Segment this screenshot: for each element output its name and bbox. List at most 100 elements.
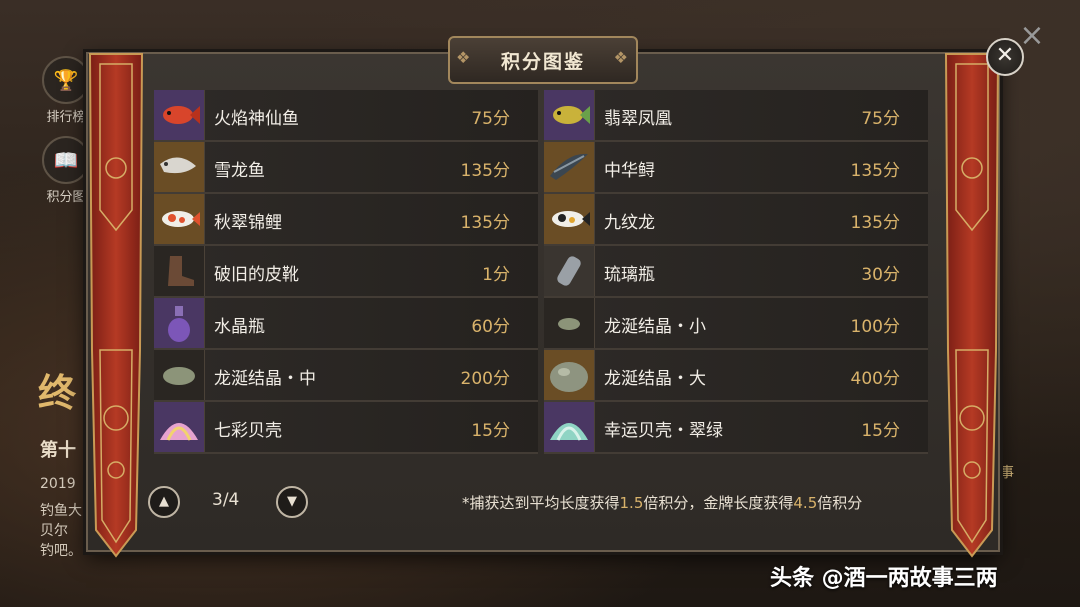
item-points: 75分 xyxy=(861,109,900,129)
item-name: 秋翠锦鲤 xyxy=(214,213,282,233)
item-row[interactable]: 幸运贝壳・翠绿 15分 xyxy=(544,402,928,454)
item-row[interactable]: 水晶瓶 60分 xyxy=(154,298,538,350)
item-points: 30分 xyxy=(861,265,900,285)
points-guide-label: 积分图 xyxy=(46,190,86,205)
note-value-2: 4.5 xyxy=(793,494,818,512)
item-row[interactable]: 龙涎结晶・大 400分 xyxy=(544,350,928,402)
item-points: 400分 xyxy=(850,369,900,389)
item-points: 200分 xyxy=(460,369,510,389)
chevron-down-icon: ▼ xyxy=(287,494,297,509)
item-points: 1分 xyxy=(482,265,510,285)
bonus-note: *捕获达到平均长度获得1.5倍积分，金牌长度获得4.5倍积分 xyxy=(462,492,862,513)
item-row[interactable]: 七彩贝壳 15分 xyxy=(154,402,538,454)
event-subtitle: 第十 xyxy=(40,440,76,461)
item-row[interactable]: 雪龙鱼 135分 xyxy=(154,142,538,194)
trophy-icon: 🏆 xyxy=(42,56,90,104)
event-text-4: 钓吧。 xyxy=(40,543,82,559)
item-row[interactable]: 九纹龙 135分 xyxy=(544,194,928,246)
event-text-3: 贝尔 xyxy=(40,523,68,539)
item-row[interactable]: 龙涎结晶・中 200分 xyxy=(154,350,538,402)
item-row[interactable]: 秋翠锦鲤 135分 xyxy=(154,194,538,246)
item-name: 幸运贝壳・翠绿 xyxy=(604,421,723,441)
stone-mid-icon xyxy=(163,367,195,385)
item-name: 琉璃瓶 xyxy=(604,265,655,285)
item-icon xyxy=(154,90,205,140)
fish-green-icon xyxy=(553,106,590,124)
item-row[interactable]: 琉璃瓶 30分 xyxy=(544,246,928,298)
item-icon xyxy=(544,90,595,140)
item-name: 中华鲟 xyxy=(604,161,655,181)
item-name: 火焰神仙鱼 xyxy=(214,109,299,129)
item-points: 15分 xyxy=(861,421,900,441)
event-text-1: 2019 xyxy=(40,476,76,492)
item-icon xyxy=(154,142,205,192)
item-name: 七彩贝壳 xyxy=(214,421,282,441)
item-name: 水晶瓶 xyxy=(214,317,265,337)
item-name: 翡翠凤凰 xyxy=(604,109,672,129)
item-icon xyxy=(544,402,595,452)
note-part-3: 倍积分 xyxy=(817,494,863,512)
stone-big-icon xyxy=(550,362,588,392)
pager: ▲ 3/4 ▼ xyxy=(148,486,308,518)
item-icon xyxy=(544,142,595,192)
close-button[interactable]: ✕ xyxy=(986,38,1024,76)
item-name: 龙涎结晶・中 xyxy=(214,369,316,389)
item-points: 60分 xyxy=(471,317,510,337)
shell-green-icon xyxy=(550,423,588,441)
bottle-purple-icon xyxy=(168,306,190,342)
item-row[interactable]: 火焰神仙鱼 75分 xyxy=(154,90,538,142)
stone-small-icon xyxy=(558,318,580,330)
sturgeon-icon xyxy=(550,153,588,180)
item-icon xyxy=(544,194,595,244)
item-row[interactable]: 中华鲟 135分 xyxy=(544,142,928,194)
chevron-up-icon: ▲ xyxy=(159,494,169,509)
shell-rainbow-icon xyxy=(160,423,198,441)
item-points: 135分 xyxy=(460,213,510,233)
event-side-label: 事 xyxy=(1000,465,1014,481)
item-row[interactable]: 破旧的皮靴 1分 xyxy=(154,246,538,298)
close-icon: ✕ xyxy=(995,43,1015,68)
event-text-2: 钓鱼大 xyxy=(40,503,82,519)
item-name: 龙涎结晶・小 xyxy=(604,317,706,337)
item-points: 135分 xyxy=(850,161,900,181)
right-banner-decoration xyxy=(944,53,1000,558)
item-points: 135分 xyxy=(460,161,510,181)
item-icon xyxy=(154,402,205,452)
item-name: 龙涎结晶・大 xyxy=(604,369,706,389)
book-icon: 📖 xyxy=(42,136,90,184)
item-icon xyxy=(154,298,205,348)
bottle-glass-icon xyxy=(557,256,581,286)
dialog-title: 积分图鉴 xyxy=(448,36,638,84)
boot-icon xyxy=(168,256,194,286)
item-points: 100分 xyxy=(850,317,900,337)
item-icon xyxy=(154,194,205,244)
outer-close-icon[interactable]: × xyxy=(1018,21,1046,51)
item-points: 15分 xyxy=(471,421,510,441)
left-banner-decoration xyxy=(88,53,144,558)
item-icon xyxy=(544,246,595,296)
note-part-1: *捕获达到平均长度获得 xyxy=(462,494,620,512)
item-row[interactable]: 翡翠凤凰 75分 xyxy=(544,90,928,142)
dialog-title-text: 积分图鉴 xyxy=(500,50,585,73)
fish-silver-icon xyxy=(160,157,196,174)
item-icon xyxy=(154,350,205,400)
page-indicator: 3/4 xyxy=(212,490,240,510)
note-part-2: 倍积分，金牌长度获得 xyxy=(643,494,794,512)
page-down-button[interactable]: ▼ xyxy=(276,486,308,518)
page-up-button[interactable]: ▲ xyxy=(148,486,180,518)
item-name: 九纹龙 xyxy=(604,213,655,233)
item-icon xyxy=(544,350,595,400)
fish-red-icon xyxy=(163,106,200,124)
item-points: 75分 xyxy=(471,109,510,129)
item-icon xyxy=(544,298,595,348)
item-points: 135分 xyxy=(850,213,900,233)
koi-black-icon xyxy=(552,211,590,227)
item-name: 破旧的皮靴 xyxy=(214,265,299,285)
item-icon xyxy=(154,246,205,296)
event-title: 终 xyxy=(38,371,77,415)
watermark: 头条 @酒一两故事三两 xyxy=(770,566,998,591)
koi-icon xyxy=(162,211,200,227)
note-value-1: 1.5 xyxy=(619,494,644,512)
item-name: 雪龙鱼 xyxy=(214,161,265,181)
item-row[interactable]: 龙涎结晶・小 100分 xyxy=(544,298,928,350)
